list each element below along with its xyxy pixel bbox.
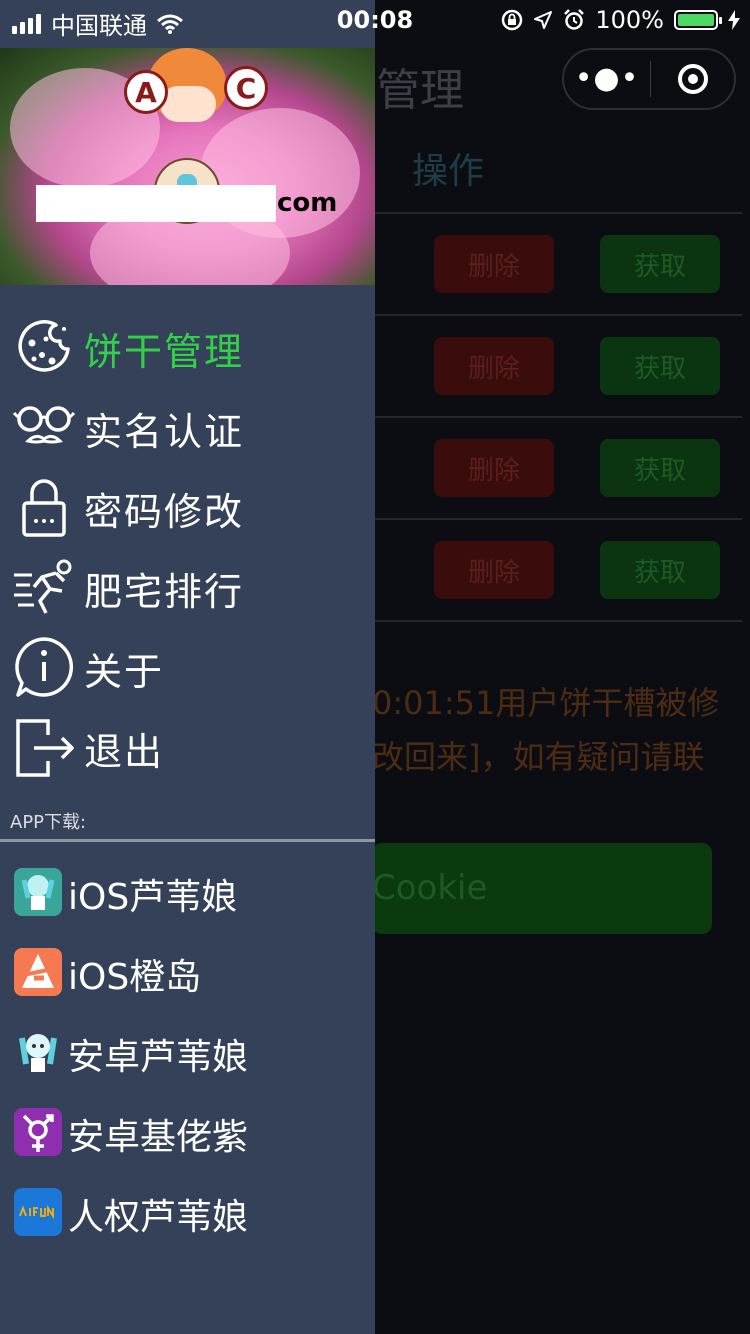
cookie-button[interactable]: Cookie [372, 843, 712, 934]
notice-line: 改回来]，如有疑问请联 [372, 738, 705, 776]
notice-text: 0:01:51用户饼干槽被修 改回来]，如有疑问请联 [372, 676, 742, 784]
column-header-action: 操作 [412, 151, 485, 192]
app-item-ios-orange-island[interactable]: iOS橙岛 [0, 932, 375, 1012]
menu-item-about[interactable]: 关于 [0, 627, 375, 707]
menu-item-password[interactable]: 密码修改 [0, 467, 375, 547]
menu-item-cookie-management[interactable]: 饼干管理 [0, 307, 375, 387]
mascot-letter-c: C [224, 66, 268, 110]
acfun-blue-icon [14, 1188, 62, 1236]
side-drawer: A C com 饼干管理 实名认证 密码修改 肥宅排行 关于 退出 APP下载:… [0, 0, 375, 1334]
mini-program-capsule: •●• [562, 48, 736, 110]
delete-button[interactable]: 删除 [434, 439, 554, 497]
app-label: 安卓基佬紫 [68, 1117, 249, 1158]
reed-girl-teal-icon [14, 868, 62, 916]
delete-button[interactable]: 删除 [434, 235, 554, 293]
app-label: iOS芦苇娘 [68, 877, 238, 918]
rotation-lock-icon [502, 9, 523, 31]
menu-label: 密码修改 [84, 490, 245, 534]
target-icon [677, 64, 708, 94]
drawer-menu: 饼干管理 实名认证 密码修改 肥宅排行 关于 退出 [0, 307, 375, 787]
app-item-human-rights-reed-girl[interactable]: 人权芦苇娘 [0, 1172, 375, 1252]
app-label: iOS橙岛 [68, 957, 202, 998]
gender-symbol-purple-icon [14, 1108, 62, 1156]
profile-banner: A C com [0, 48, 375, 285]
lock-icon [22, 479, 66, 537]
page-title: 管理 [376, 65, 464, 116]
menu-label: 饼干管理 [84, 330, 245, 374]
menu-label: 退出 [84, 730, 165, 774]
get-button[interactable]: 获取 [600, 337, 720, 395]
more-dots-icon[interactable]: •●• [564, 64, 650, 94]
menu-item-logout[interactable]: 退出 [0, 707, 375, 787]
alarm-icon [564, 9, 585, 30]
info-bubble-icon [15, 637, 74, 697]
running-man-icon [14, 559, 72, 614]
app-download-title: APP下载: [10, 812, 87, 833]
menu-label: 关于 [84, 650, 165, 694]
app-separator [0, 839, 375, 842]
glasses-mustache-icon [12, 406, 76, 444]
mascot-face [160, 86, 216, 122]
charging-bolt-icon [728, 10, 740, 30]
location-arrow-icon [534, 11, 553, 29]
app-item-ios-reed-girl[interactable]: iOS芦苇娘 [0, 852, 375, 932]
menu-item-real-name[interactable]: 实名认证 [0, 387, 375, 467]
row-divider [375, 620, 742, 622]
get-button[interactable]: 获取 [600, 439, 720, 497]
app-download-list: iOS芦苇娘 iOS橙岛 安卓芦苇娘 安卓基佬紫 人权芦苇娘 [0, 852, 375, 1252]
app-label: 安卓芦苇娘 [68, 1037, 249, 1078]
get-button[interactable]: 获取 [600, 541, 720, 599]
row-divider [375, 416, 742, 418]
row-divider [375, 212, 742, 214]
menu-label: 肥宅排行 [84, 570, 245, 614]
get-button[interactable]: 获取 [600, 235, 720, 293]
row-divider [375, 518, 742, 520]
status-right: 100% [501, 6, 740, 34]
menu-label: 实名认证 [84, 410, 245, 454]
battery-fill [678, 14, 714, 26]
username-suffix: com [277, 188, 338, 218]
cookie-icon [18, 320, 70, 372]
row-divider [375, 314, 742, 316]
battery-percent: 100% [595, 6, 664, 34]
capsule-close-button[interactable] [651, 64, 734, 94]
status-bar: 中国联通 00:08 100% [0, 0, 750, 40]
menu-item-ranking[interactable]: 肥宅排行 [0, 547, 375, 627]
notice-line: 0:01:51用户饼干槽被修 [372, 684, 720, 722]
battery-icon [674, 10, 722, 30]
logout-icon [16, 719, 74, 777]
delete-button[interactable]: 删除 [434, 337, 554, 395]
app-label: 人权芦苇娘 [68, 1197, 249, 1238]
delete-button[interactable]: 删除 [434, 541, 554, 599]
app-item-android-purple[interactable]: 安卓基佬紫 [0, 1092, 375, 1172]
reed-girl-icon [14, 1028, 62, 1076]
orange-island-icon [14, 948, 62, 996]
mascot-letter-a: A [124, 70, 168, 114]
app-item-android-reed-girl[interactable]: 安卓芦苇娘 [0, 1012, 375, 1092]
redacted-username [36, 185, 276, 222]
